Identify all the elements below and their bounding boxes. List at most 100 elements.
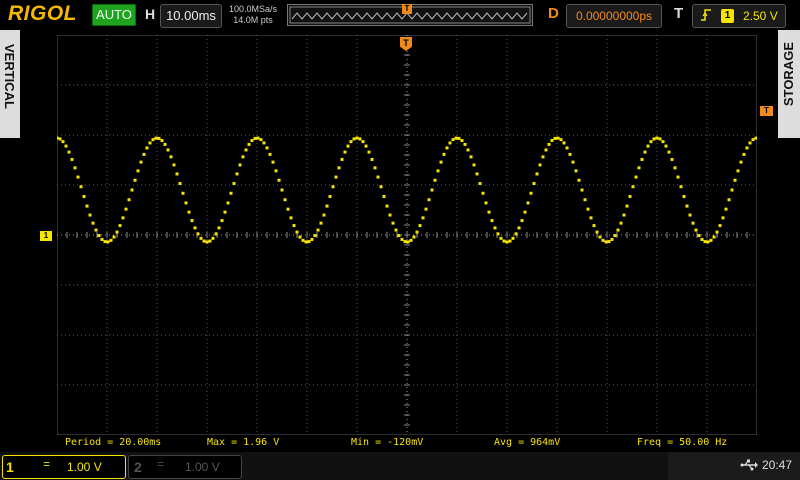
waveform-sample-point (490, 219, 494, 223)
waveform-sample-point (250, 139, 254, 143)
waveform-sample-point (418, 224, 422, 228)
waveform-sample-point (256, 136, 260, 140)
waveform-sample-point (478, 181, 482, 185)
waveform-sample-point (718, 224, 722, 228)
waveform-sample-point (436, 169, 440, 173)
waveform-sample-point (316, 228, 320, 232)
waveform-sample-point (553, 136, 557, 140)
waveform-sample-point (211, 236, 215, 240)
trigger-label: T (674, 5, 684, 22)
waveform-sample-point (673, 166, 677, 170)
waveform-sample-point (469, 155, 473, 159)
waveform-sample-point (181, 191, 185, 195)
waveform-sample-point (103, 240, 107, 244)
waveform-sample-point (349, 140, 353, 144)
waveform-sample-point (649, 140, 653, 144)
waveform-sample-point (106, 240, 110, 244)
waveform-sample-point (544, 148, 548, 152)
waveform-sample-point (526, 201, 530, 205)
waveform-sample-point (697, 234, 701, 238)
waveform-sample-point (706, 240, 710, 244)
waveform-sample-point (616, 228, 620, 232)
storage-menu-tab[interactable]: STORAGE (778, 30, 800, 138)
dc-coupling-icon: = (43, 457, 51, 471)
waveform-sample-point (235, 172, 239, 176)
waveform-sample-point (370, 157, 374, 161)
waveform-sample-point (550, 139, 554, 143)
waveform-sample-point (220, 219, 224, 223)
vertical-tab-label: VERTICAL (2, 44, 17, 109)
waveform-sample-point (427, 198, 431, 202)
waveform-sample-point (67, 150, 71, 154)
waveform-sample-point (112, 235, 116, 239)
waveform-grid (57, 35, 757, 435)
waveform-sample-point (292, 224, 296, 228)
horizontal-delay-value[interactable]: 0.00000000ps (566, 4, 662, 28)
waveform-sample-point (625, 204, 629, 208)
trigger-level-marker[interactable]: T (760, 106, 773, 116)
waveform-sample-point (640, 157, 644, 161)
waveform-sample-point (559, 138, 563, 142)
waveform-sample-point (379, 185, 383, 189)
waveform-sample-point (190, 219, 194, 223)
waveform-sample-point (508, 239, 512, 243)
waveform-sample-point (226, 201, 230, 205)
vertical-menu-tab[interactable]: VERTICAL (0, 30, 20, 138)
waveform-sample-point (676, 175, 680, 179)
waveform-sample-point (94, 228, 98, 232)
waveform-sample-point (409, 238, 413, 242)
waveform-sample-point (607, 240, 611, 244)
waveform-sample-point (736, 169, 740, 173)
waveform-sample-point (355, 136, 359, 140)
waveform-sample-point (304, 240, 308, 244)
waveform-sample-point (562, 141, 566, 145)
trigger-source-badge: 1 (721, 9, 734, 23)
trigger-level-value: 2.50 V (743, 9, 778, 23)
waveform-sample-point (643, 150, 647, 154)
waveform-sample-point (109, 238, 113, 242)
waveform-sample-point (85, 204, 89, 208)
timebase-value[interactable]: 10.00ms (160, 4, 222, 28)
run-status-badge[interactable]: AUTO (92, 4, 136, 26)
channel-1-offset-marker[interactable]: 1 (40, 231, 52, 241)
waveform-sample-point (724, 207, 728, 211)
waveform-sample-point (283, 198, 287, 202)
waveform-sample-point (391, 221, 395, 225)
waveform-sample-point (511, 236, 515, 240)
waveform-sample-point (57, 136, 59, 140)
waveform-sample-point (505, 240, 509, 244)
waveform-sample-point (88, 213, 92, 217)
waveform-sample-point (403, 240, 407, 244)
channel-2-scale: 1.00 V (185, 460, 220, 474)
max-measurement: Max = 1.96 V (207, 437, 280, 448)
waveform-sample-point (244, 148, 248, 152)
waveform-sample-point (535, 172, 539, 176)
waveform-sample-point (481, 191, 485, 195)
waveform-sample-point (373, 166, 377, 170)
waveform-sample-point (61, 140, 65, 144)
waveform-sample-point (367, 150, 371, 154)
waveform-sample-point (454, 136, 458, 140)
waveform-sample-point (598, 235, 602, 239)
waveform-sample-point (289, 216, 293, 220)
trigger-settings[interactable]: 1 2.50 V (692, 4, 786, 28)
waveform-sample-point (169, 155, 173, 159)
waveform-sample-point (661, 140, 665, 144)
memory-overview[interactable]: T (287, 4, 533, 26)
waveform-sample-point (730, 188, 734, 192)
waveform-sample-point (568, 152, 572, 156)
waveform-sample-point (364, 144, 368, 148)
waveform-sample-point (412, 235, 416, 239)
channel-2-button[interactable]: 2 = 1.00 V (128, 455, 242, 479)
waveform-sample-point (319, 221, 323, 225)
waveform-sample-point (253, 136, 257, 140)
waveform-sample-point (295, 230, 299, 234)
waveform-sample-point (163, 142, 167, 146)
waveform-sample-point (340, 157, 344, 161)
waveform-sample-point (400, 237, 404, 241)
waveform-sample-point (142, 152, 146, 156)
channel-1-button[interactable]: 1 = 1.00 V (2, 455, 126, 479)
waveform-sample-point (595, 230, 599, 234)
avg-measurement: Avg = 964mV (494, 437, 561, 448)
waveform-display[interactable] (57, 35, 757, 435)
